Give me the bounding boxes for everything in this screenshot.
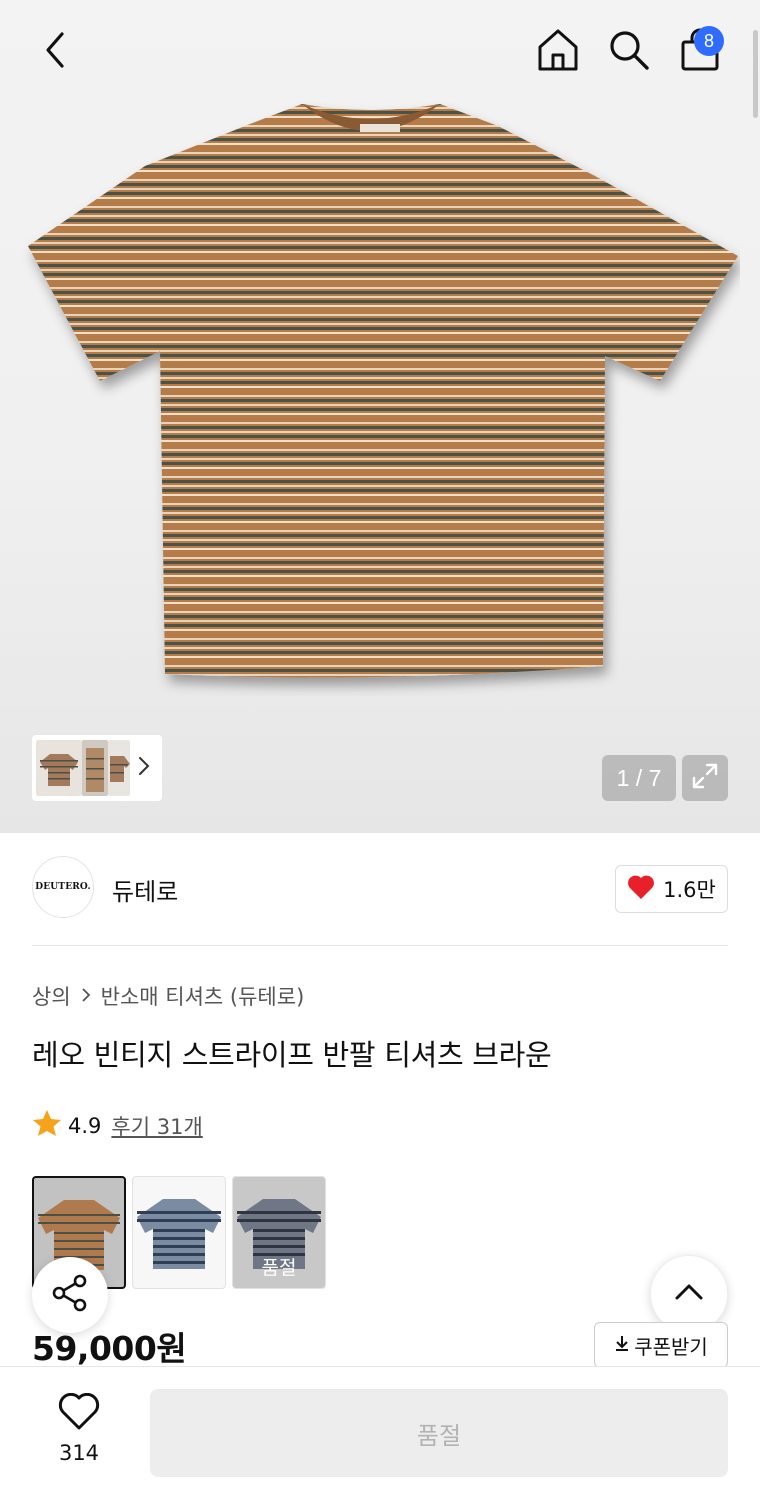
home-icon <box>536 27 580 77</box>
product-image[interactable] <box>20 96 740 696</box>
chevron-right-icon <box>138 756 150 781</box>
expand-icon <box>691 762 719 794</box>
chevron-up-icon <box>674 1283 704 1305</box>
image-counter: 1 / 7 <box>602 755 676 801</box>
brand-name[interactable]: 듀테로 <box>112 872 178 907</box>
breadcrumb: 상의 반소매 티셔츠 (듀테로) <box>32 981 304 1011</box>
rating: 4.9 후기 31개 <box>32 1109 203 1142</box>
product-gallery[interactable]: 8 1 / 7 <box>0 0 760 833</box>
search-icon <box>608 29 650 75</box>
brand-like-button[interactable]: 1.6만 <box>615 865 728 913</box>
home-button[interactable] <box>534 26 582 78</box>
thumbnail-image[interactable] <box>108 740 130 796</box>
breadcrumb-category[interactable]: 상의 <box>32 981 71 1011</box>
color-option-navy[interactable] <box>132 1176 226 1289</box>
color-option-charcoal[interactable]: 품절 <box>232 1176 326 1289</box>
chevron-right-icon <box>81 984 91 1008</box>
rating-score: 4.9 <box>68 1113 102 1138</box>
coupon-button[interactable]: 쿠폰받기 <box>594 1322 728 1368</box>
coupon-label: 쿠폰받기 <box>634 1334 708 1359</box>
heart-outline-icon <box>58 1392 100 1435</box>
brand-logo-text: DEUTERO. <box>35 882 91 892</box>
scrollbar[interactable] <box>753 30 758 118</box>
soldout-label: 품절 <box>261 1257 297 1279</box>
expand-button[interactable] <box>682 755 728 801</box>
cart-count-badge: 8 <box>694 26 724 56</box>
review-link[interactable]: 후기 31개 <box>111 1111 202 1141</box>
heart-icon <box>627 874 655 905</box>
download-icon <box>614 1333 630 1357</box>
cart-button[interactable]: 8 <box>676 26 724 78</box>
search-button[interactable] <box>605 26 653 78</box>
breadcrumb-subcategory[interactable]: 반소매 티셔츠 (듀테로) <box>101 981 305 1011</box>
wishlist-count: 314 <box>58 1441 100 1465</box>
back-button[interactable] <box>32 26 80 78</box>
star-icon <box>32 1109 62 1142</box>
wishlist-button[interactable]: 314 <box>40 1392 118 1471</box>
product-title: 레오 빈티지 스트라이프 반팔 티셔츠 브라운 <box>32 1038 552 1072</box>
brand-logo[interactable]: DEUTERO. <box>32 856 94 918</box>
thumbnail-image[interactable] <box>36 740 82 796</box>
buy-button[interactable]: 품절 <box>150 1389 728 1477</box>
thumbnail-image[interactable] <box>82 740 108 796</box>
product-price: 59,000원 <box>32 1329 187 1368</box>
brand-row: DEUTERO. 듀테로 1.6만 <box>32 856 728 922</box>
divider <box>32 945 728 946</box>
bottom-action-bar: 314 품절 <box>0 1366 760 1500</box>
brand-like-count: 1.6만 <box>663 878 716 902</box>
gallery-thumbnail-strip[interactable] <box>32 735 162 801</box>
chevron-left-icon <box>42 30 70 74</box>
share-icon <box>50 1273 90 1317</box>
